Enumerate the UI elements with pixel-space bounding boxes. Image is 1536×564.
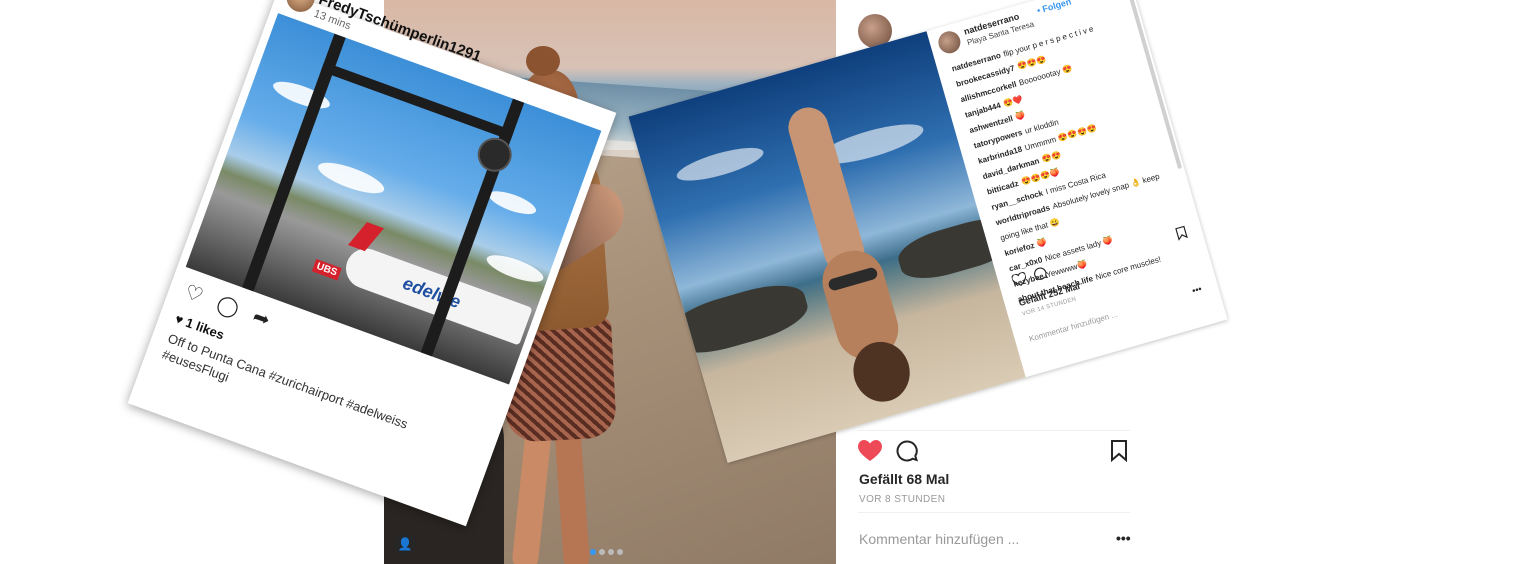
- post-actions: [858, 440, 1128, 464]
- likes-count[interactable]: Gefällt 68 Mal: [859, 471, 949, 487]
- post-caption: Off to Punta Cana #zurichairport #adelwe…: [160, 330, 410, 432]
- comment-icon[interactable]: [896, 440, 918, 462]
- carousel-dots: [590, 542, 626, 560]
- share-icon[interactable]: ➦: [249, 304, 273, 333]
- post-timestamp[interactable]: VOR 8 STUNDEN: [859, 494, 945, 505]
- comment-text: 😍❤️: [1002, 94, 1024, 109]
- comment-text: 🍑: [1014, 110, 1027, 122]
- comment-input[interactable]: Kommentar hinzufügen ...: [1028, 310, 1119, 344]
- comment-input[interactable]: Kommentar hinzufügen ...: [859, 531, 1019, 547]
- hair-bun: [526, 46, 560, 76]
- carousel-dot-active[interactable]: [590, 549, 596, 555]
- carousel-dot[interactable]: [608, 549, 614, 555]
- follow-button[interactable]: • Folgen: [1036, 0, 1073, 16]
- bookmark-icon[interactable]: [1110, 440, 1128, 462]
- divider: [858, 512, 1130, 513]
- divider: [858, 430, 1130, 431]
- more-options-icon[interactable]: •••: [1191, 284, 1203, 296]
- comment-text: 🍑: [1035, 237, 1049, 249]
- airplane-tail: [347, 222, 384, 252]
- avatar[interactable]: [935, 28, 964, 56]
- carousel-dot[interactable]: [599, 549, 605, 555]
- comment-text: 😍😍: [1040, 149, 1063, 165]
- carousel-dot[interactable]: [617, 549, 623, 555]
- user-tag-icon[interactable]: 👤: [394, 533, 416, 555]
- comment-icon[interactable]: ◯: [213, 291, 243, 322]
- heart-icon[interactable]: ♡: [181, 279, 206, 309]
- ubs-sign: UBS: [311, 259, 342, 281]
- more-options-icon[interactable]: •••: [1116, 530, 1131, 546]
- heart-icon[interactable]: [858, 440, 882, 462]
